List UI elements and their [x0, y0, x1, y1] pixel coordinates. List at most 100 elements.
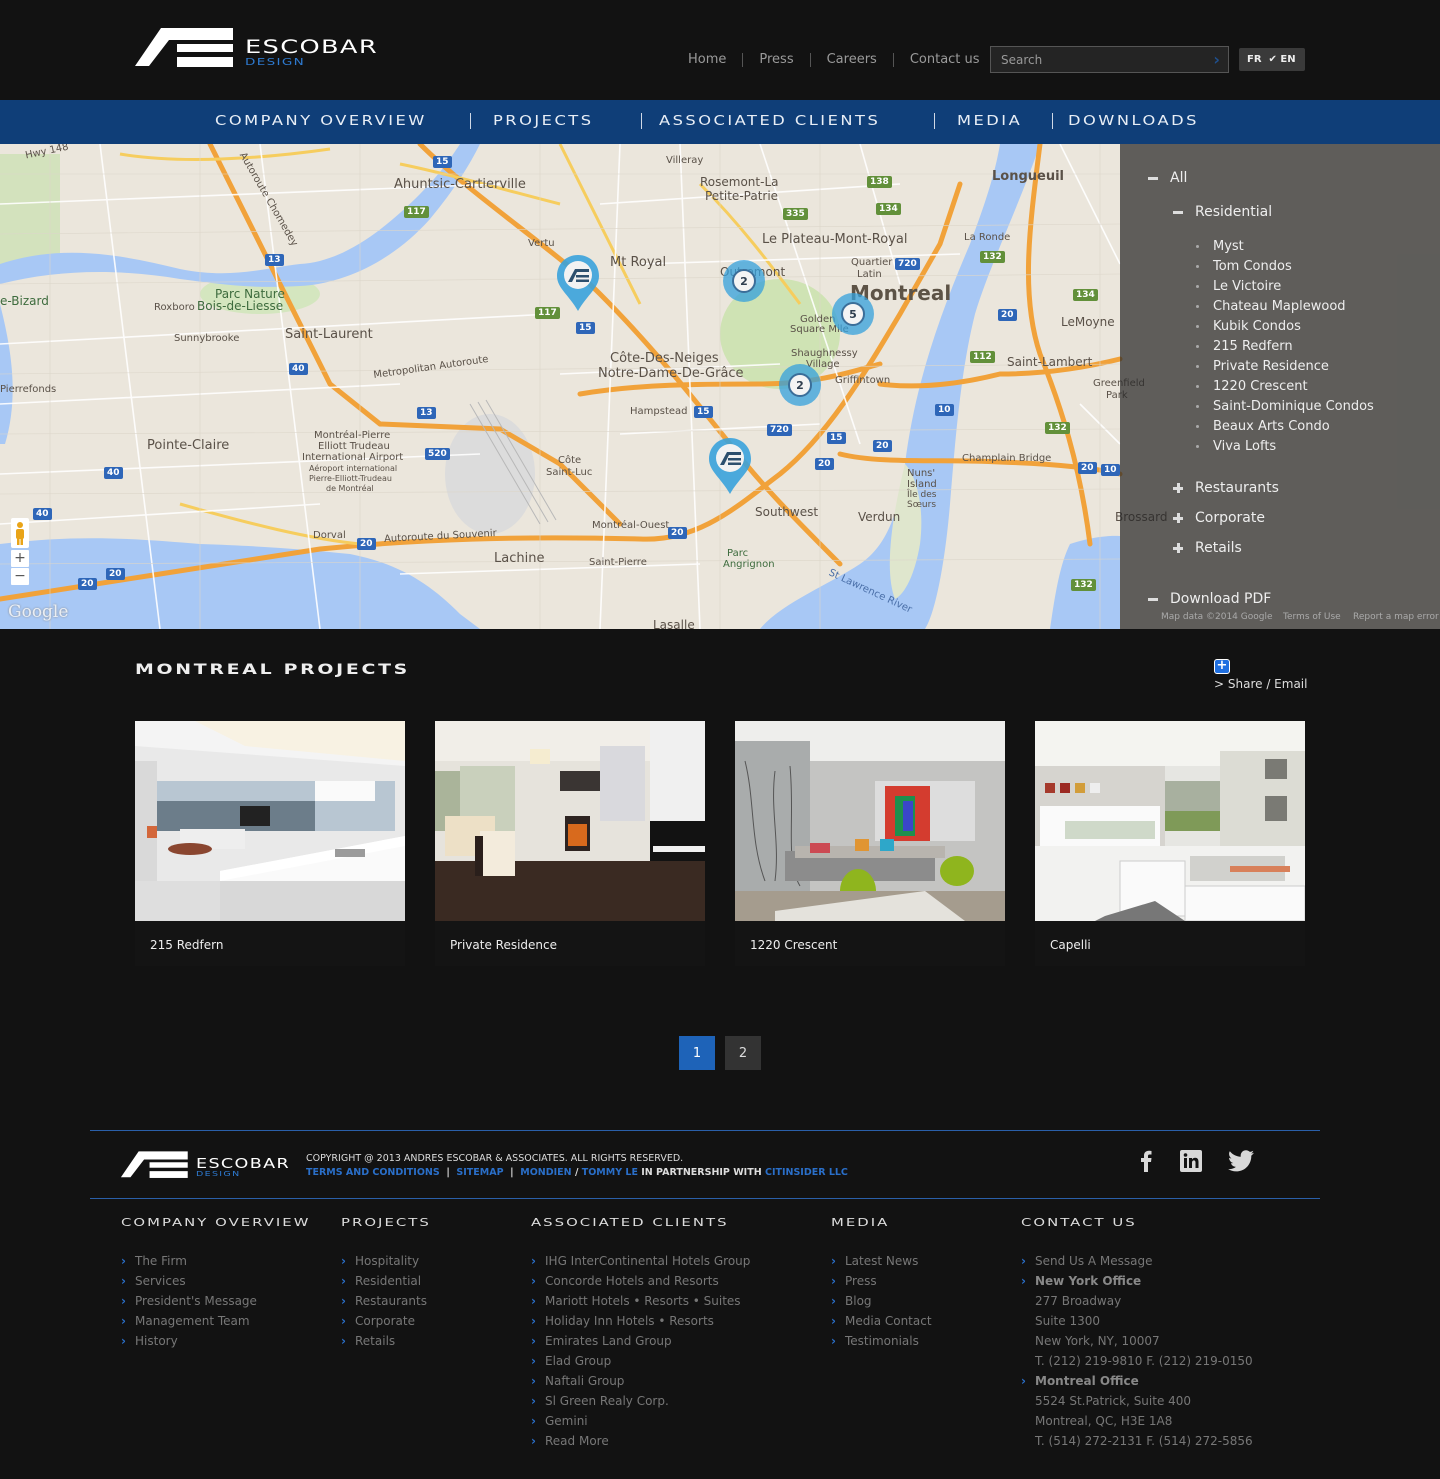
- footer-link[interactable]: › Media Contact: [831, 1311, 932, 1331]
- street-view-pegman-icon[interactable]: [11, 518, 29, 548]
- page-2-button[interactable]: 2: [725, 1036, 761, 1070]
- project-name[interactable]: 215 Redfern: [135, 921, 405, 952]
- footer-link[interactable]: › Services: [121, 1271, 261, 1291]
- project-card[interactable]: 215 Redfern: [135, 721, 405, 966]
- filter-project-item[interactable]: Kubik Condos: [1196, 319, 1301, 334]
- filter-project-item[interactable]: Myst: [1196, 239, 1244, 254]
- footer-link[interactable]: › Naftali Group: [531, 1371, 750, 1391]
- footer-link[interactable]: › Press: [831, 1271, 932, 1291]
- filter-project-item[interactable]: 1220 Crescent: [1196, 379, 1308, 394]
- filter-project-item[interactable]: Private Residence: [1196, 359, 1329, 374]
- filter-project-item[interactable]: Chateau Maplewood: [1196, 299, 1346, 314]
- footer-logo[interactable]: ESCOBAR DESIGN: [120, 1150, 300, 1180]
- project-name[interactable]: 1220 Crescent: [735, 921, 1005, 952]
- map-cluster-marker[interactable]: 5: [832, 293, 874, 335]
- filter-residential[interactable]: Residential: [1173, 204, 1272, 220]
- download-pdf-link[interactable]: Download PDF: [1148, 591, 1271, 607]
- tommy-le-link[interactable]: TOMMY LE: [582, 1167, 638, 1178]
- search-input[interactable]: [991, 47, 1191, 72]
- project-thumbnail[interactable]: [135, 721, 405, 921]
- map-terms-link[interactable]: Terms of Use: [1283, 612, 1341, 622]
- footer-link[interactable]: › Elad Group: [531, 1351, 750, 1371]
- mondien-link[interactable]: MONDIEN: [520, 1167, 571, 1178]
- share-email[interactable]: + > Share / Email: [1214, 659, 1307, 691]
- filter-project-item[interactable]: Le Victoire: [1196, 279, 1281, 294]
- project-card[interactable]: Capelli: [1035, 721, 1305, 966]
- filter-corporate[interactable]: Corporate: [1173, 510, 1265, 526]
- footer-link[interactable]: › Management Team: [121, 1311, 261, 1331]
- linkedin-icon[interactable]: [1180, 1150, 1202, 1176]
- topnav-press[interactable]: Press: [759, 52, 793, 67]
- ny-office-title[interactable]: › New York Office: [1021, 1271, 1253, 1291]
- project-card[interactable]: 1220 Crescent: [735, 721, 1005, 966]
- mainnav-projects[interactable]: PROJECTS: [493, 114, 678, 129]
- map-report-error-link[interactable]: Report a map error: [1353, 612, 1439, 622]
- map-label: Southwest: [755, 505, 819, 519]
- mtl-office-title[interactable]: › Montreal Office: [1021, 1371, 1253, 1391]
- footer-link[interactable]: › Hospitality: [341, 1251, 427, 1271]
- lang-fr[interactable]: FR: [1247, 54, 1262, 65]
- lang-en[interactable]: ✔ EN: [1269, 54, 1296, 65]
- topnav-contact[interactable]: Contact us: [910, 52, 980, 67]
- filter-project-item[interactable]: Beaux Arts Condo: [1196, 419, 1330, 434]
- footer-link[interactable]: › Corporate: [341, 1311, 427, 1331]
- mainnav-company-overview[interactable]: COMPANY OVERVIEW: [215, 114, 534, 129]
- map-pin-marker-icon[interactable]: [709, 438, 751, 494]
- share-email-link[interactable]: > Share / Email: [1214, 677, 1307, 691]
- footer-link[interactable]: › History: [121, 1331, 261, 1351]
- page-1-button[interactable]: 1: [679, 1036, 715, 1070]
- filter-all[interactable]: All: [1148, 170, 1187, 186]
- footer-link[interactable]: › President's Message: [121, 1291, 261, 1311]
- filter-retails[interactable]: Retails: [1173, 540, 1242, 556]
- footer-link[interactable]: › Mariott Hotels • Resorts • Suites: [531, 1291, 750, 1311]
- footer-link[interactable]: › The Firm: [121, 1251, 261, 1271]
- project-thumbnail[interactable]: [1035, 721, 1305, 921]
- sitemap-link[interactable]: SITEMAP: [456, 1167, 503, 1178]
- mainnav-associated-clients[interactable]: ASSOCIATED CLIENTS: [659, 114, 1003, 129]
- terms-link[interactable]: TERMS AND CONDITIONS: [306, 1167, 440, 1178]
- filter-project-item[interactable]: Tom Condos: [1196, 259, 1292, 274]
- brand-logo[interactable]: ESCOBAR DESIGN: [135, 26, 377, 70]
- map-label: Petite-Patrie: [705, 189, 779, 203]
- filter-project-item[interactable]: Viva Lofts: [1196, 439, 1276, 454]
- search-submit-chevron-icon[interactable]: ›: [1213, 50, 1220, 69]
- map-pin-marker-icon[interactable]: [557, 255, 599, 311]
- project-card[interactable]: Private Residence: [435, 721, 705, 966]
- mainnav-media[interactable]: MEDIA: [957, 114, 1076, 129]
- footer-link[interactable]: › Sl Green Realy Corp.: [531, 1391, 750, 1411]
- map-zoom-out-button[interactable]: −: [11, 568, 29, 585]
- footer-link[interactable]: › Blog: [831, 1291, 932, 1311]
- filter-project-item[interactable]: 215 Redfern: [1196, 339, 1293, 354]
- footer-link[interactable]: › Read More: [531, 1431, 750, 1451]
- topnav-home[interactable]: Home: [688, 52, 726, 67]
- footer-link[interactable]: › Latest News: [831, 1251, 932, 1271]
- footer-link[interactable]: › IHG InterContinental Hotels Group: [531, 1251, 750, 1271]
- footer-link[interactable]: › Gemini: [531, 1411, 750, 1431]
- footer-link[interactable]: › Concorde Hotels and Resorts: [531, 1271, 750, 1291]
- map-zoom-in-button[interactable]: +: [11, 550, 29, 567]
- projects-map[interactable]: Ahuntsic-Cartierville Villeray Rosemont-…: [0, 144, 1440, 629]
- project-thumbnail[interactable]: [435, 721, 705, 921]
- send-message-link[interactable]: › Send Us A Message: [1021, 1251, 1253, 1271]
- footer-link[interactable]: › Testimonials: [831, 1331, 932, 1351]
- footer-link[interactable]: › Retails: [341, 1331, 427, 1351]
- facebook-icon[interactable]: [1140, 1150, 1152, 1176]
- map-label: Longueuil: [992, 169, 1065, 184]
- map-label: La Ronde: [964, 232, 1011, 243]
- filter-project-item[interactable]: Saint-Dominique Condos: [1196, 399, 1374, 414]
- project-name[interactable]: Private Residence: [435, 921, 705, 952]
- map-cluster-marker[interactable]: 2: [779, 364, 821, 406]
- share-plus-icon[interactable]: +: [1214, 659, 1230, 674]
- project-name[interactable]: Capelli: [1035, 921, 1305, 952]
- twitter-icon[interactable]: [1228, 1150, 1254, 1176]
- footer-link[interactable]: › Restaurants: [341, 1291, 427, 1311]
- citinsider-link[interactable]: CITINSIDER LLC: [765, 1167, 848, 1178]
- filter-restaurants[interactable]: Restaurants: [1173, 480, 1279, 496]
- footer-link[interactable]: › Emirates Land Group: [531, 1331, 750, 1351]
- footer-link[interactable]: › Holiday Inn Hotels • Resorts: [531, 1311, 750, 1331]
- footer-link[interactable]: › Residential: [341, 1271, 427, 1291]
- project-thumbnail[interactable]: [735, 721, 1005, 921]
- map-cluster-marker[interactable]: 2: [723, 260, 765, 302]
- mainnav-downloads[interactable]: DOWNLOADS: [1068, 114, 1199, 129]
- topnav-careers[interactable]: Careers: [827, 52, 877, 67]
